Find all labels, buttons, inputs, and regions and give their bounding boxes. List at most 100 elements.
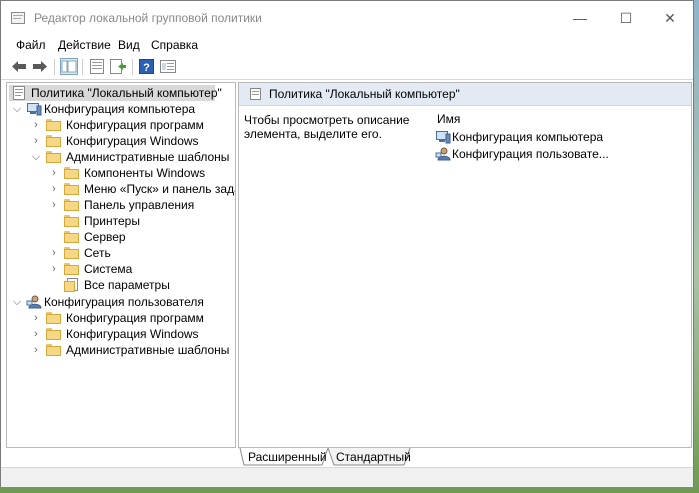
tree-item-computer-admin[interactable]: ⌵ Административные шаблоны: [7, 149, 233, 165]
close-button[interactable]: ✕: [647, 1, 693, 35]
folder-icon: [46, 312, 61, 324]
title-bar: Редактор локальной групповой политики — …: [1, 1, 693, 35]
folder-icon: [64, 215, 79, 227]
toolbar-separator: [54, 59, 55, 75]
folder-icon: [64, 183, 79, 195]
tree-item-label: Политика "Локальный компьютер": [31, 86, 222, 100]
gpedit-app-icon: [11, 12, 25, 24]
chevron-right-icon[interactable]: ›: [31, 117, 41, 133]
tree-item-label: Конфигурация компьютера: [44, 102, 196, 116]
back-icon[interactable]: [10, 58, 28, 75]
tree-pane: Политика "Локальный компьютер" ⌵ Конфигу…: [6, 82, 236, 448]
menu-bar: Файл Действие Вид Справка: [1, 35, 693, 55]
chevron-right-icon[interactable]: ›: [31, 342, 41, 358]
console-view-icon[interactable]: [159, 58, 177, 75]
tree-item-printers[interactable]: Принтеры: [7, 213, 233, 229]
tree-item-label: Административные шаблоны: [66, 150, 230, 164]
chevron-right-icon[interactable]: ›: [49, 261, 59, 277]
details-header-title: Политика "Локальный компьютер": [269, 87, 460, 101]
description-text: Чтобы просмотреть описание элемента, выд…: [244, 113, 410, 141]
folder-icon: [64, 247, 79, 259]
tree-item-computer-config[interactable]: ⌵ Конфигурация компьютера: [7, 101, 233, 117]
tree-item-computer-windows[interactable]: › Конфигурация Windows: [7, 133, 233, 149]
folder-icon: [46, 135, 61, 147]
folder-icon: [46, 328, 61, 340]
tree-item-label: Административные шаблоны: [66, 343, 230, 357]
list-item-label: Конфигурация компьютера: [452, 130, 604, 144]
show-tree-icon[interactable]: [60, 58, 78, 75]
chevron-down-icon[interactable]: ⌵: [12, 101, 22, 117]
menu-help[interactable]: Справка: [151, 38, 198, 52]
details-header: Политика "Локальный компьютер": [239, 83, 691, 106]
tree-item-user-programs[interactable]: › Конфигурация программ: [7, 310, 233, 326]
chevron-right-icon[interactable]: ›: [31, 133, 41, 149]
all-settings-icon: [64, 278, 78, 292]
export-list-icon[interactable]: [109, 58, 127, 75]
tree-item-system[interactable]: › Система: [7, 261, 233, 277]
toolbar: ?: [1, 55, 693, 80]
tree-item-user-config[interactable]: ⌵ Конфигурация пользователя: [7, 294, 233, 310]
computer-icon: [436, 131, 451, 144]
properties-icon[interactable]: [88, 58, 106, 75]
menu-file[interactable]: Файл: [16, 38, 46, 52]
tree-item-label: Конфигурация Windows: [66, 327, 199, 341]
folder-icon: [64, 199, 79, 211]
maximize-button[interactable]: ☐: [603, 1, 649, 35]
minimize-button[interactable]: —: [557, 1, 603, 35]
tree-item-all-settings[interactable]: Все параметры: [7, 277, 233, 293]
tree-item-label: Компоненты Windows: [84, 166, 206, 180]
forward-icon[interactable]: [31, 58, 49, 75]
tree-item-label: Сеть: [84, 246, 111, 260]
tree-item-network[interactable]: › Сеть: [7, 245, 233, 261]
menu-view[interactable]: Вид: [118, 38, 140, 52]
policy-doc-icon: [13, 86, 25, 100]
tree-item-label: Конфигурация Windows: [66, 134, 199, 148]
tree-item-label: Конфигурация пользователя: [44, 295, 204, 309]
tree-item-label: Принтеры: [84, 214, 140, 228]
tree-item-root[interactable]: Политика "Локальный компьютер": [9, 85, 222, 101]
tree-item-windows-components[interactable]: › Компоненты Windows: [7, 165, 233, 181]
computer-icon: [27, 103, 42, 116]
status-bar: [1, 467, 693, 487]
chevron-down-icon[interactable]: ⌵: [31, 149, 41, 165]
tree-item-label: Сервер: [84, 230, 126, 244]
folder-icon: [64, 167, 79, 179]
tree-item-label: Все параметры: [84, 278, 170, 292]
user-icon: [435, 147, 451, 161]
policy-doc-icon: [250, 88, 261, 100]
tree-item-label: Меню «Пуск» и панель задач: [84, 182, 236, 196]
tree-item-user-windows[interactable]: › Конфигурация Windows: [7, 326, 233, 342]
tree-item-user-admin[interactable]: › Административные шаблоны: [7, 342, 233, 358]
chevron-right-icon[interactable]: ›: [49, 197, 59, 213]
folder-open-icon: [46, 151, 61, 163]
tab-extended[interactable]: Расширенный: [242, 449, 333, 466]
chevron-down-icon[interactable]: ⌵: [12, 294, 22, 310]
chevron-right-icon[interactable]: ›: [31, 326, 41, 342]
tree-item-label: Панель управления: [84, 198, 195, 212]
toolbar-separator: [82, 59, 83, 75]
tree-item-control-panel[interactable]: › Панель управления: [7, 197, 233, 213]
gpedit-window: Редактор локальной групповой политики — …: [0, 0, 694, 487]
tree-item-label: Конфигурация программ: [66, 118, 204, 132]
chevron-right-icon[interactable]: ›: [49, 245, 59, 261]
chevron-right-icon[interactable]: ›: [49, 165, 59, 181]
tree-item-label: Конфигурация программ: [66, 311, 204, 325]
details-pane: Политика "Локальный компьютер" Чтобы про…: [238, 82, 692, 448]
tree-item-label: Система: [84, 262, 133, 276]
column-header-name[interactable]: Имя: [437, 112, 460, 126]
tree-item-start-menu[interactable]: › Меню «Пуск» и панель задач: [7, 181, 236, 197]
help-icon[interactable]: ?: [138, 58, 156, 75]
chevron-right-icon[interactable]: ›: [49, 181, 59, 197]
tab-standard[interactable]: Стандартный: [330, 449, 417, 466]
folder-icon: [46, 344, 61, 356]
list-item-label: Конфигурация пользовате...: [452, 147, 609, 161]
menu-action[interactable]: Действие: [58, 38, 111, 52]
folder-icon: [64, 231, 79, 243]
svg-text:?: ?: [143, 62, 150, 74]
toolbar-separator: [132, 59, 133, 75]
folder-icon: [46, 119, 61, 131]
tree-item-server[interactable]: Сервер: [7, 229, 233, 245]
tree-item-computer-programs[interactable]: › Конфигурация программ: [7, 117, 233, 133]
user-icon: [26, 295, 42, 309]
chevron-right-icon[interactable]: ›: [31, 310, 41, 326]
